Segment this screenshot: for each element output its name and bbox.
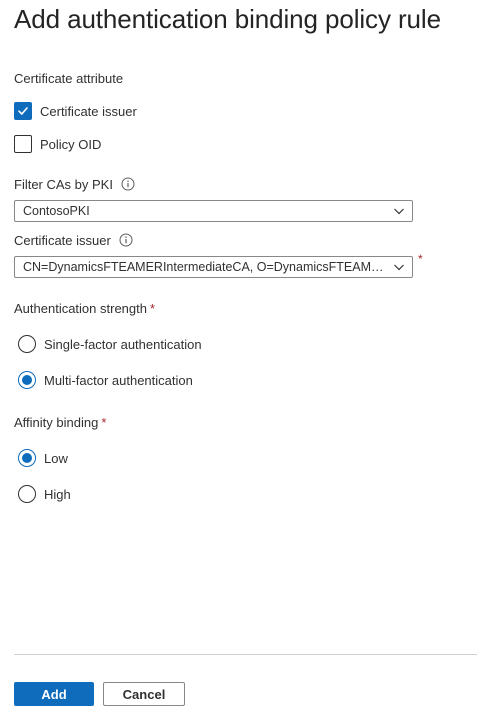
chevron-down-icon xyxy=(394,264,404,271)
authentication-strength-label: Authentication strength * xyxy=(14,301,155,316)
certificate-issuer-dropdown[interactable]: CN=DynamicsFTEAMERIntermediateCA, O=Dyna… xyxy=(14,256,413,278)
policy-oid-checkbox[interactable] xyxy=(14,135,32,153)
checkmark-icon xyxy=(18,107,28,115)
footer-divider xyxy=(14,654,477,655)
required-indicator: * xyxy=(418,252,423,266)
multi-factor-radio-label: Multi-factor authentication xyxy=(44,372,193,388)
required-indicator: * xyxy=(149,301,156,316)
chevron-down-icon xyxy=(394,208,404,215)
certificate-issuer-checkbox-row[interactable]: Certificate issuer xyxy=(14,101,137,121)
low-radio-row[interactable]: Low xyxy=(18,448,68,468)
certificate-issuer-checkbox-label: Certificate issuer xyxy=(40,103,137,119)
affinity-binding-label: Affinity binding * xyxy=(14,415,106,430)
high-radio-row[interactable]: High xyxy=(18,484,71,504)
certificate-issuer-label: Certificate issuer xyxy=(14,232,111,248)
multi-factor-radio-row[interactable]: Multi-factor authentication xyxy=(18,370,193,390)
single-factor-radio-label: Single-factor authentication xyxy=(44,336,202,352)
certificate-issuer-checkbox[interactable] xyxy=(14,102,32,120)
filter-cas-label: Filter CAs by PKI xyxy=(14,176,113,192)
policy-oid-checkbox-label: Policy OID xyxy=(40,136,102,152)
certificate-issuer-label-row: Certificate issuer xyxy=(14,231,133,249)
page-title: Add authentication binding policy rule xyxy=(14,4,441,34)
single-factor-radio[interactable] xyxy=(18,335,36,353)
info-icon[interactable] xyxy=(119,233,133,247)
info-icon[interactable] xyxy=(121,177,135,191)
required-indicator: * xyxy=(101,415,107,430)
affinity-binding-label-text: Affinity binding xyxy=(14,415,99,430)
add-button[interactable]: Add xyxy=(14,682,94,706)
certificate-attribute-label: Certificate attribute xyxy=(14,71,124,86)
certificate-issuer-value: CN=DynamicsFTEAMERIntermediateCA, O=Dyna… xyxy=(23,260,386,274)
multi-factor-radio[interactable] xyxy=(18,371,36,389)
policy-oid-checkbox-row[interactable]: Policy OID xyxy=(14,134,101,154)
low-radio[interactable] xyxy=(18,449,36,467)
high-radio-label: High xyxy=(44,486,71,502)
filter-cas-dropdown[interactable]: ContosoPKI xyxy=(14,200,413,222)
cancel-button[interactable]: Cancel xyxy=(103,682,185,706)
low-radio-label: Low xyxy=(44,450,68,466)
filter-cas-value: ContosoPKI xyxy=(23,204,90,218)
authentication-strength-label-text: Authentication strength xyxy=(14,301,147,316)
filter-cas-label-row: Filter CAs by PKI xyxy=(14,175,135,193)
high-radio[interactable] xyxy=(18,485,36,503)
single-factor-radio-row[interactable]: Single-factor authentication xyxy=(18,334,202,354)
